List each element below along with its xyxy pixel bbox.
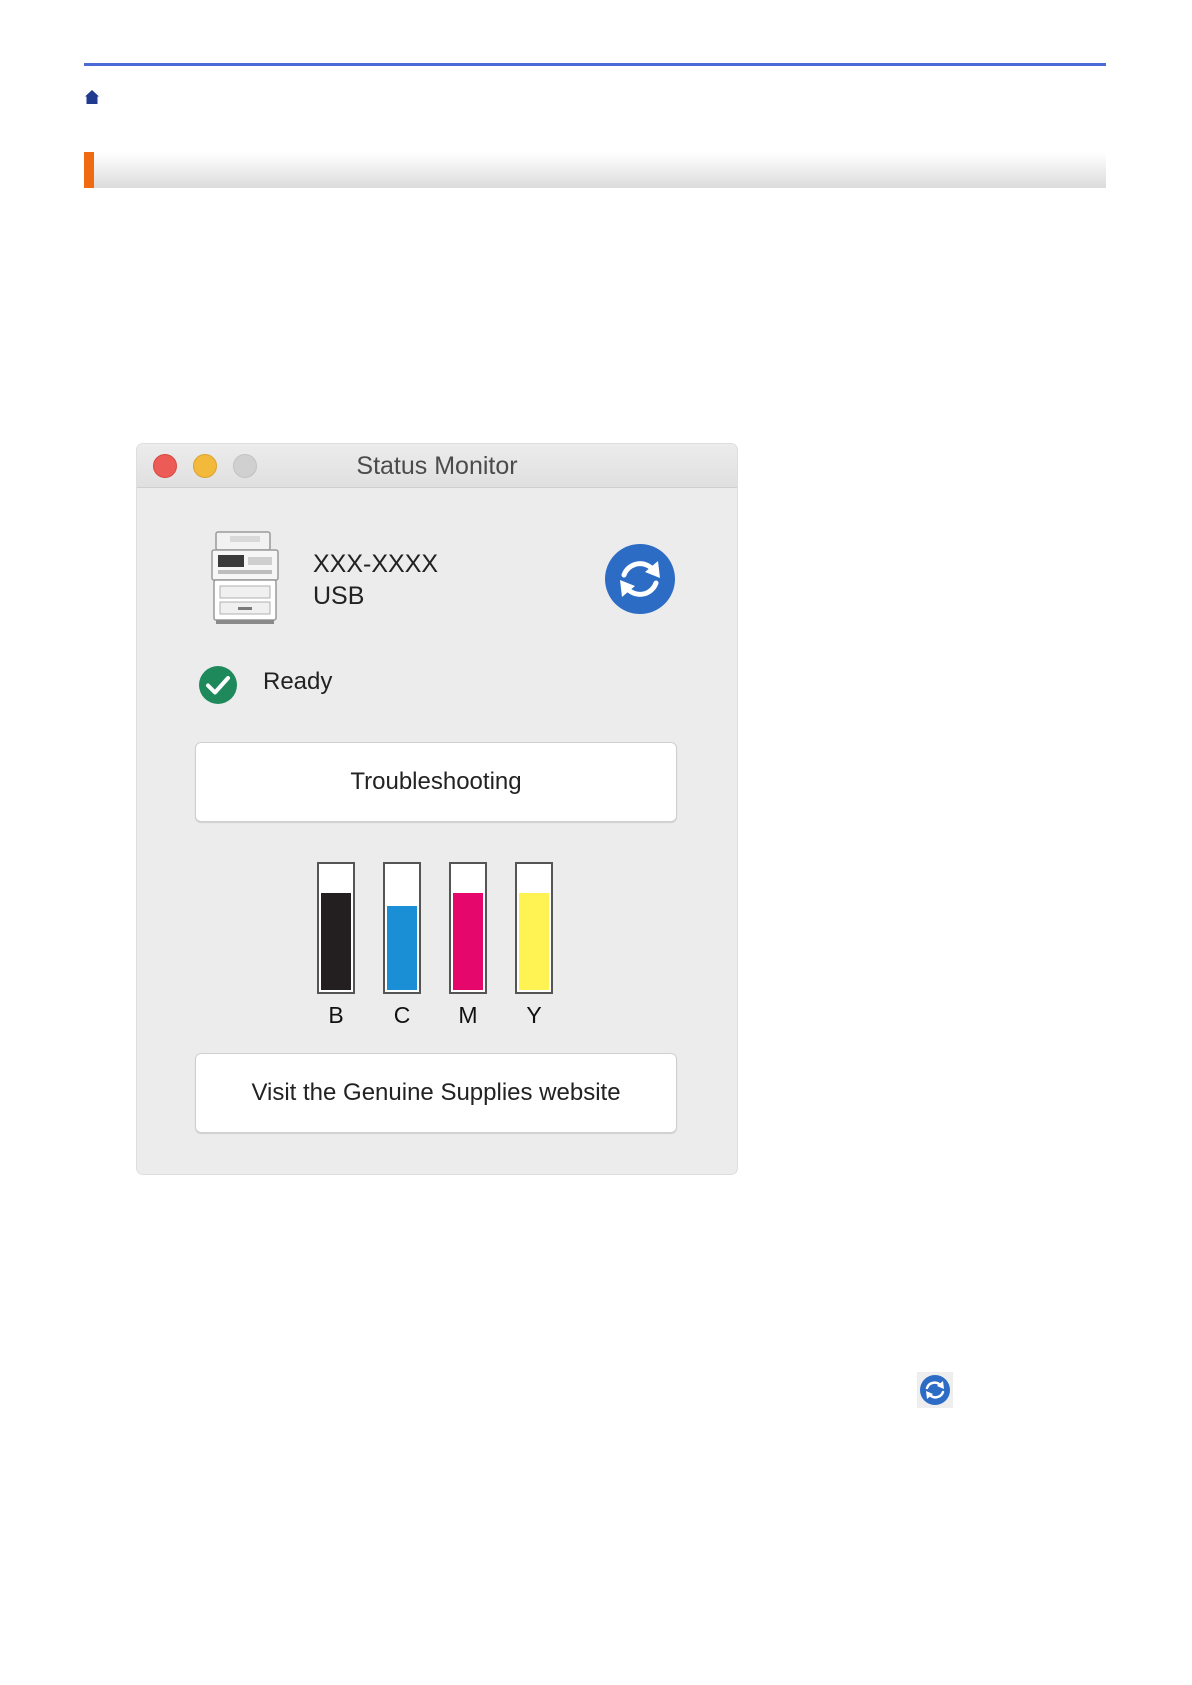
ink-bar-c [383, 862, 421, 994]
top-rule [84, 63, 1106, 66]
status-monitor-window: Status Monitor XXX-XXXX USB Ready Troubl… [137, 444, 737, 1174]
printer-icon [211, 531, 279, 624]
device-model-name: XXX-XXXX [313, 550, 439, 578]
ink-bar-m [449, 862, 487, 994]
section-header-accent [84, 152, 94, 188]
section-header [84, 152, 1106, 188]
status-text: Ready [263, 668, 333, 695]
ink-bar-b [317, 862, 355, 994]
ink-fill-m [453, 893, 483, 990]
check-icon [199, 666, 237, 704]
ink-fill-y [519, 893, 549, 990]
ink-fill-c [387, 905, 417, 990]
ink-label-y: Y [526, 1002, 542, 1028]
home-icon[interactable] [84, 89, 100, 105]
window-title: Status Monitor [356, 452, 518, 480]
refresh-icon-inline [917, 1372, 953, 1408]
ink-label-m: M [458, 1002, 478, 1028]
ink-label-c: C [393, 1002, 411, 1028]
genuine-supplies-button[interactable]: Visit the Genuine Supplies website [195, 1053, 677, 1133]
refresh-icon[interactable] [605, 544, 675, 614]
ink-fill-b [321, 893, 351, 990]
ink-bar-y [515, 862, 553, 994]
ink-label-b: B [328, 1002, 344, 1028]
troubleshooting-button[interactable]: Troubleshooting [195, 742, 677, 822]
device-connection-type: USB [313, 582, 365, 610]
title-bar: Status Monitor [137, 444, 737, 488]
